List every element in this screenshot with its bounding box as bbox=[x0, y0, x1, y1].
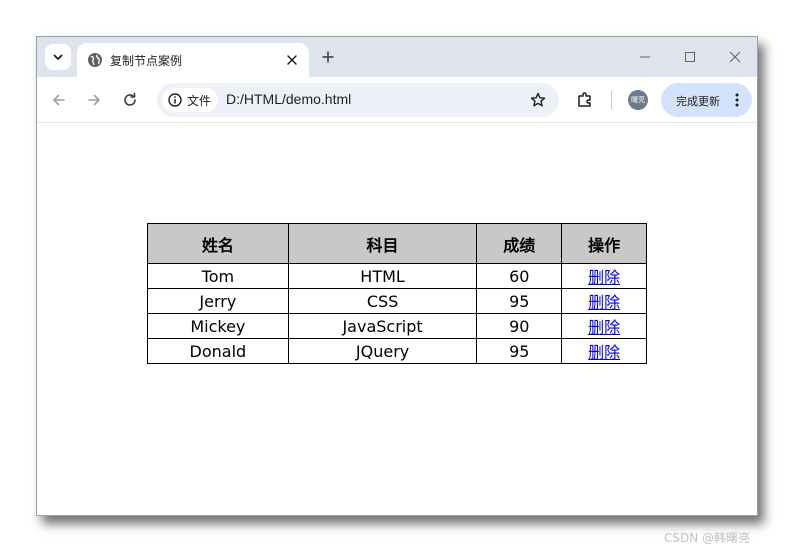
puzzle-icon bbox=[578, 92, 591, 107]
cell-subject: JavaScript bbox=[287, 313, 478, 339]
site-info-label: 文件 bbox=[187, 94, 212, 108]
update-button[interactable]: 完成更新 bbox=[661, 83, 752, 117]
table-row: Tom HTML 60 删除 bbox=[147, 263, 647, 289]
arrow-left-icon bbox=[53, 94, 65, 106]
table-header-row: 姓名 科目 成绩 操作 bbox=[147, 223, 647, 264]
cell-subject: JQuery bbox=[287, 338, 478, 364]
minimize-button[interactable] bbox=[633, 45, 657, 69]
maximize-icon bbox=[685, 52, 695, 62]
reload-button[interactable] bbox=[117, 87, 143, 113]
browser-toolbar: 文件 D:/HTML/demo.html 曙亮 完成更新 bbox=[37, 77, 757, 123]
title-bar: 复制节点案例 bbox=[37, 37, 757, 77]
tab-title: 复制节点案例 bbox=[110, 54, 183, 68]
cell-name: Jerry bbox=[147, 288, 289, 314]
update-label: 完成更新 bbox=[676, 95, 720, 108]
table-row: Donald JQuery 95 删除 bbox=[147, 338, 647, 364]
page-viewport: 姓名 科目 成绩 操作 Tom HTML 60 删除 Jerry CSS 95 bbox=[37, 124, 757, 515]
new-tab-button[interactable] bbox=[317, 46, 339, 68]
header-action: 操作 bbox=[561, 223, 647, 264]
globe-icon bbox=[88, 53, 102, 67]
arrow-right-icon bbox=[88, 94, 100, 106]
site-info-chip[interactable]: 文件 bbox=[162, 88, 218, 112]
close-window-button[interactable] bbox=[723, 45, 747, 69]
bookmark-button[interactable] bbox=[527, 89, 549, 111]
delete-link[interactable]: 删除 bbox=[588, 343, 620, 362]
cell-score: 60 bbox=[476, 263, 563, 289]
tab-close-button[interactable] bbox=[283, 51, 301, 69]
table-row: Jerry CSS 95 删除 bbox=[147, 288, 647, 314]
cell-action: 删除 bbox=[561, 288, 647, 314]
maximize-button[interactable] bbox=[678, 45, 702, 69]
toolbar-separator bbox=[611, 91, 612, 109]
header-name: 姓名 bbox=[147, 223, 289, 264]
back-button[interactable] bbox=[46, 87, 72, 113]
cell-score: 95 bbox=[476, 338, 563, 364]
close-icon bbox=[287, 55, 297, 65]
url-text[interactable]: D:/HTML/demo.html bbox=[226, 91, 351, 107]
minimize-icon bbox=[640, 56, 650, 58]
info-icon bbox=[168, 93, 182, 107]
browser-window: 复制节点案例 文件 D:/HTML/demo.html 曙亮 完成更新 姓名 科… bbox=[36, 36, 758, 516]
more-vertical-icon bbox=[735, 93, 739, 107]
cell-action: 删除 bbox=[561, 263, 647, 289]
chevron-down-icon bbox=[53, 54, 63, 60]
cell-action: 删除 bbox=[561, 338, 647, 364]
delete-link[interactable]: 删除 bbox=[588, 293, 620, 312]
cell-name: Donald bbox=[147, 338, 289, 364]
data-table: 姓名 科目 成绩 操作 Tom HTML 60 删除 Jerry CSS 95 bbox=[147, 223, 647, 364]
star-icon bbox=[530, 92, 546, 107]
cell-action: 删除 bbox=[561, 313, 647, 339]
delete-link[interactable]: 删除 bbox=[588, 318, 620, 337]
cell-name: Tom bbox=[147, 263, 289, 289]
cell-name: Mickey bbox=[147, 313, 289, 339]
address-bar[interactable]: 文件 D:/HTML/demo.html bbox=[157, 83, 559, 117]
extensions-button[interactable] bbox=[572, 87, 598, 113]
cell-subject: CSS bbox=[287, 288, 478, 314]
close-icon bbox=[729, 51, 741, 63]
watermark: CSDN @韩曙亮 bbox=[664, 531, 751, 545]
delete-link[interactable]: 删除 bbox=[588, 268, 620, 287]
cell-score: 95 bbox=[476, 288, 563, 314]
reload-icon bbox=[124, 92, 136, 106]
plus-icon bbox=[322, 51, 334, 63]
forward-button[interactable] bbox=[81, 87, 107, 113]
cell-score: 90 bbox=[476, 313, 563, 339]
menu-button[interactable] bbox=[730, 91, 744, 109]
header-score: 成绩 bbox=[476, 223, 563, 264]
tab-active[interactable]: 复制节点案例 bbox=[77, 43, 309, 77]
tab-search-button[interactable] bbox=[45, 44, 71, 70]
header-subject: 科目 bbox=[287, 223, 478, 264]
cell-subject: HTML bbox=[287, 263, 478, 289]
table-row: Mickey JavaScript 90 删除 bbox=[147, 313, 647, 339]
profile-avatar[interactable]: 曙亮 bbox=[628, 90, 648, 110]
